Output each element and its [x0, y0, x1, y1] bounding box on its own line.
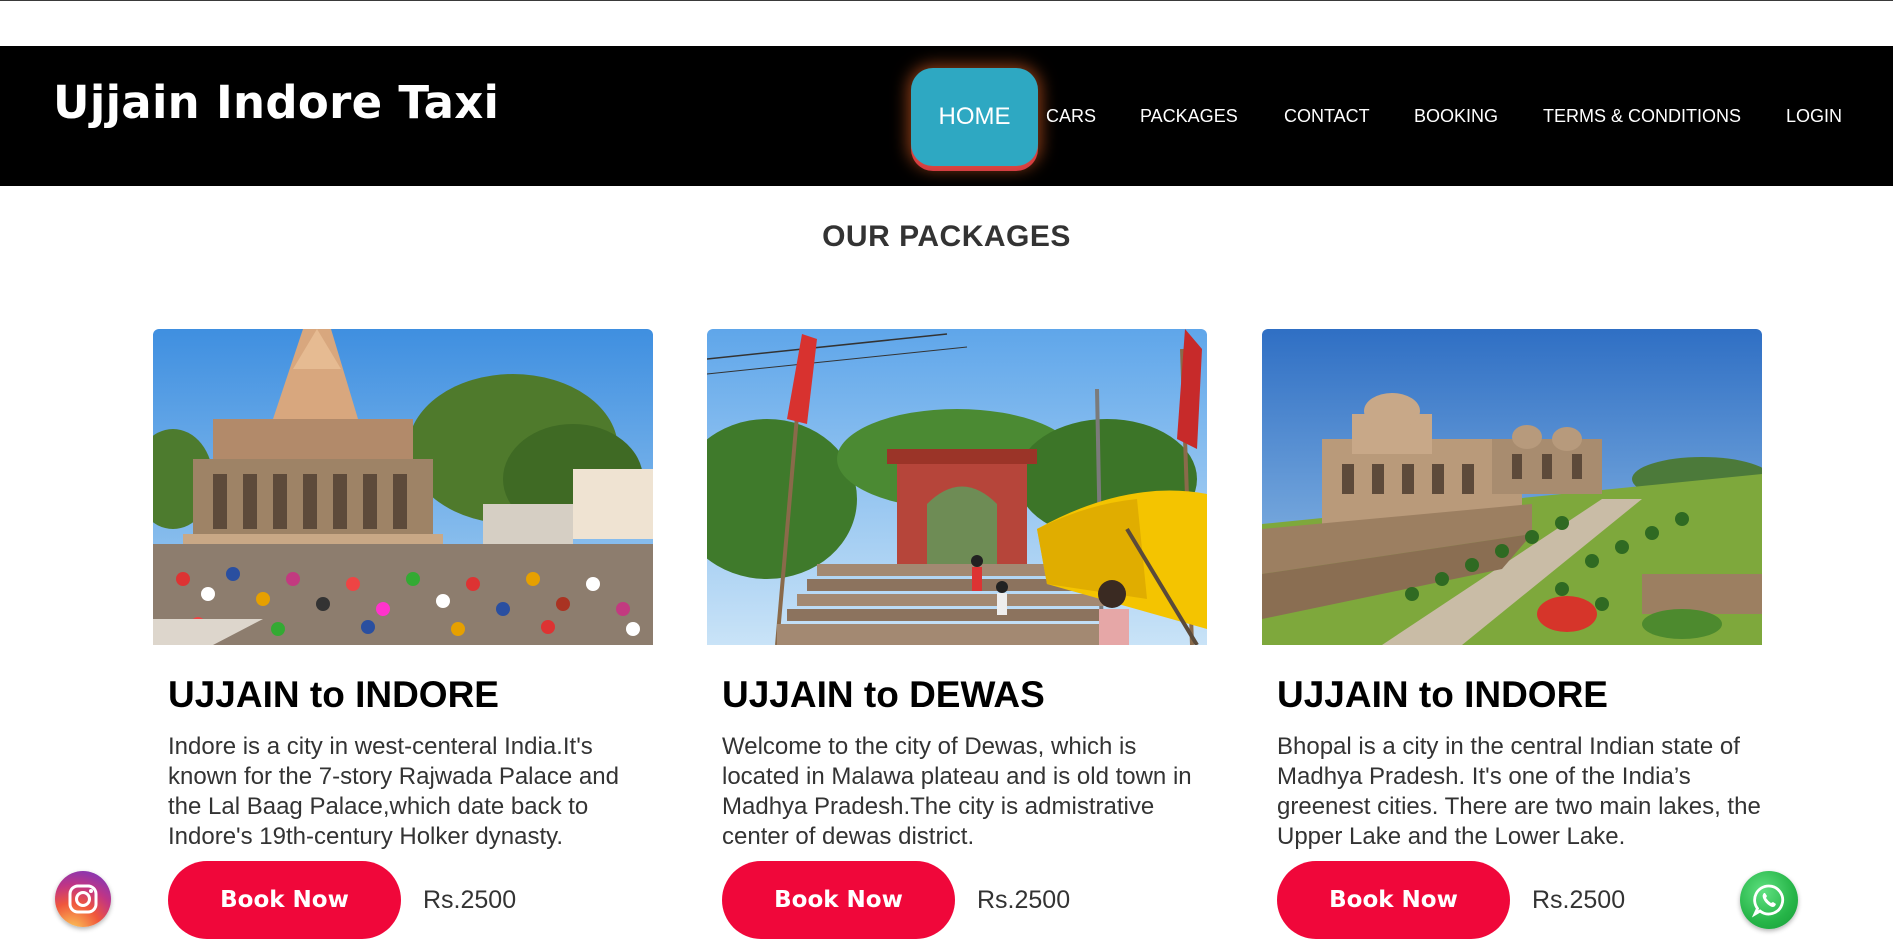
- package-price: Rs.2500: [977, 886, 1071, 914]
- book-now-button[interactable]: Book Now: [722, 861, 955, 939]
- package-image-temple: [153, 329, 653, 645]
- package-price: Rs.2500: [1532, 886, 1626, 914]
- nav-item-contact[interactable]: CONTACT: [1284, 106, 1370, 127]
- navbar: Ujjain Indore Taxi HOME CARS PACKAGES CO…: [0, 46, 1893, 186]
- section-title: OUR PACKAGES: [822, 220, 1071, 253]
- brand-logo-text[interactable]: Ujjain Indore Taxi: [53, 76, 499, 129]
- nav-item-home[interactable]: HOME: [911, 68, 1038, 166]
- instagram-icon[interactable]: [55, 871, 111, 927]
- package-title: UJJAIN to INDORE: [168, 674, 499, 715]
- whatsapp-icon[interactable]: [1740, 871, 1798, 929]
- nav-item-booking[interactable]: BOOKING: [1414, 106, 1498, 127]
- nav-item-terms[interactable]: TERMS & CONDITIONS: [1543, 106, 1741, 127]
- book-now-button[interactable]: Book Now: [1277, 861, 1510, 939]
- book-now-button[interactable]: Book Now: [168, 861, 401, 939]
- nav-item-packages[interactable]: PACKAGES: [1140, 106, 1238, 127]
- package-description: Bhopal is a city in the central Indian s…: [1277, 733, 1761, 850]
- package-card: UJJAIN to INDORE Bhopal is a city in the…: [1262, 329, 1762, 947]
- package-description: Indore is a city in west-centeral India.…: [168, 733, 619, 850]
- package-title: UJJAIN to INDORE: [1277, 674, 1608, 715]
- package-description: Welcome to the city of Dewas, which is l…: [722, 733, 1192, 850]
- package-title: UJJAIN to DEWAS: [722, 674, 1045, 715]
- nav-item-cars[interactable]: CARS: [1046, 106, 1096, 127]
- package-image-palace: [1262, 329, 1762, 645]
- package-card: UJJAIN to INDORE Indore is a city in wes…: [153, 329, 653, 947]
- top-border-line: [0, 0, 1893, 1]
- package-card: UJJAIN to DEWAS Welcome to the city of D…: [707, 329, 1207, 947]
- package-price: Rs.2500: [423, 886, 517, 914]
- package-image-gate: [707, 329, 1207, 645]
- nav-item-login[interactable]: LOGIN: [1786, 106, 1842, 127]
